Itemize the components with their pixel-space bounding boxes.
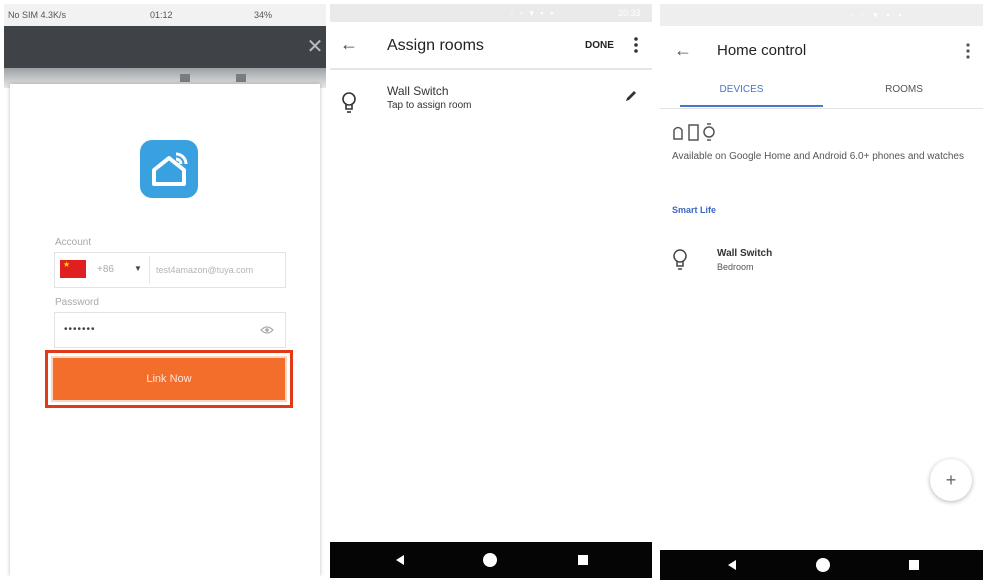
tab-rooms[interactable]: ROOMS [825, 74, 983, 110]
status-carrier: No SIM 4.3K/s [8, 10, 67, 20]
nav-recents-icon[interactable] [908, 559, 920, 571]
device-subtitle[interactable]: Tap to assign room [387, 100, 472, 111]
android-nav-bar [330, 542, 652, 578]
availability-text: Available on Google Home and Android 6.0… [672, 151, 964, 162]
status-time: 20:33 [618, 8, 641, 18]
status-bar: No SIM 4.3K/s 01:12 34% [4, 4, 326, 26]
status-battery: 34% [254, 10, 273, 20]
android-nav-bar [660, 550, 983, 580]
close-icon[interactable]: ✕ [304, 34, 326, 60]
status-icons: ◦ ◦ ▾ ▪ ▪ [510, 8, 556, 18]
nav-back-icon[interactable] [394, 554, 406, 566]
nav-home-icon[interactable] [482, 552, 498, 568]
device-name[interactable]: Wall Switch [717, 248, 772, 259]
device-name[interactable]: Wall Switch [387, 84, 449, 98]
phone-icon [688, 124, 699, 141]
more-vert-icon[interactable] [630, 34, 642, 56]
chevron-down-icon[interactable]: ▼ [134, 264, 142, 273]
add-button[interactable]: + [930, 459, 972, 501]
edit-pencil-icon[interactable] [623, 88, 639, 104]
country-code[interactable]: +86 [97, 264, 114, 275]
page-title: Home control [717, 42, 807, 59]
status-time: 01:12 [150, 10, 173, 20]
done-button[interactable]: DONE [585, 40, 614, 51]
app-logo [140, 140, 198, 198]
link-now-button[interactable]: Link Now [51, 356, 287, 402]
status-bar: ◦ ◦ ▾ ▪ ▪ [660, 4, 983, 26]
back-arrow-icon[interactable]: ← [340, 34, 360, 54]
section-header: Smart Life [672, 205, 717, 215]
lightbulb-icon [672, 249, 688, 271]
lightbulb-icon [341, 92, 357, 114]
password-input[interactable]: ••••••• [64, 324, 96, 335]
account-input[interactable]: test4amazon@tuya.com [156, 265, 253, 275]
status-icons: ◦ ◦ ▾ ▪ ▪ [850, 10, 905, 20]
device-types-icons [672, 122, 724, 142]
more-vert-icon[interactable] [962, 40, 974, 62]
watch-icon [703, 123, 715, 141]
password-label: Password [55, 297, 99, 308]
assign-rooms-screen: ◦ ◦ ▾ ▪ ▪ 20:33 ← Assign rooms DONE Wall… [330, 4, 652, 578]
home-control-screen: ◦ ◦ ▾ ▪ ▪ ← Home control DEVICES ROOMS A… [660, 4, 983, 580]
tab-indicator [680, 105, 823, 107]
top-bar [4, 26, 326, 68]
nav-recents-icon[interactable] [577, 554, 589, 566]
status-bar: ◦ ◦ ▾ ▪ ▪ 20:33 [330, 4, 652, 22]
account-label: Account [55, 237, 92, 248]
page-title: Assign rooms [387, 37, 484, 54]
login-screen: No SIM 4.3K/s 01:12 34% ✕ Account ★ +86 … [4, 4, 326, 576]
country-flag[interactable]: ★ [60, 260, 86, 278]
nav-back-icon[interactable] [726, 559, 738, 571]
home-wifi-icon [152, 152, 188, 186]
back-arrow-icon[interactable]: ← [674, 40, 694, 60]
nav-home-icon[interactable] [815, 557, 831, 573]
eye-icon[interactable] [259, 322, 275, 338]
google-home-speaker-icon [673, 126, 683, 140]
flag-star-icon: ★ [63, 260, 71, 269]
field-divider [149, 256, 150, 284]
device-room[interactable]: Bedroom [717, 262, 754, 272]
tabs-divider [660, 108, 983, 109]
